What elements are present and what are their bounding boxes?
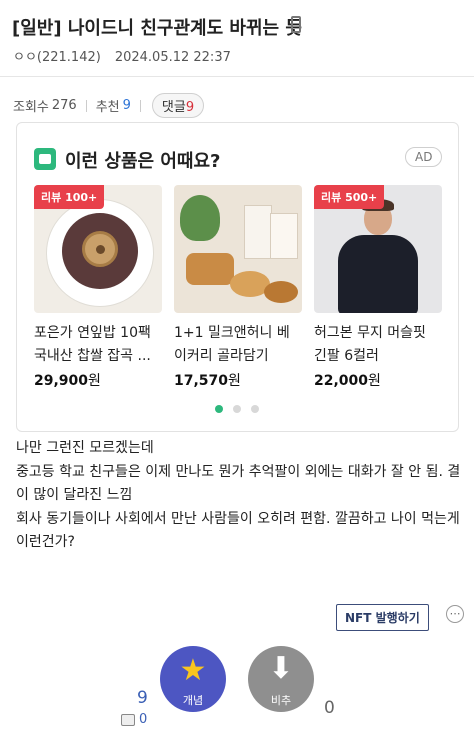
body-paragraph: 회사 동기들이나 사회에서 만난 사람들이 오히려 편함. 깔끔하고 나이 먹는… [16, 510, 460, 551]
product-name[interactable]: 허그본 무지 머슬핏 긴팔 6컬러 [314, 322, 442, 368]
comments-count: 9 [185, 100, 195, 115]
post-meta: ㅇㅇ(221.142) 2024.05.12 22:37 [13, 46, 231, 65]
views-count: 276 [51, 98, 77, 113]
star-icon: ★ [179, 653, 207, 688]
product-image[interactable] [174, 185, 302, 313]
carousel-pagination [215, 405, 259, 413]
downvote-label: 비추 [270, 694, 292, 707]
product-image[interactable]: 리뷰 100+ [34, 185, 162, 313]
price-value: 17,570 [174, 373, 229, 389]
package [270, 213, 298, 259]
body-paragraph: 중고등 학교 친구들은 이제 만나도 뭔가 추억팔이 외에는 대화가 잘 안 됨… [16, 463, 461, 504]
price-value: 29,900 [34, 373, 89, 389]
ad-tag[interactable]: AD [405, 147, 443, 167]
post-date: 2024.05.12 22:37 [114, 50, 231, 65]
product-card[interactable]: 리뷰 500+ 허그본 무지 머슬핏 긴팔 6컬러 22,000원 [314, 185, 442, 390]
post-stats: 조회수 276 추천 9 댓글9 [13, 93, 205, 118]
comment-icon [121, 713, 135, 726]
fixed-recommend-row: 0 [121, 712, 147, 727]
down-arrow-icon: ⬇ [268, 651, 294, 686]
comments-label: 댓글 [161, 100, 186, 115]
price-unit: 원 [228, 373, 241, 389]
product-card[interactable]: 1+1 밀크앤허니 베이커리 골라담기 17,570원 [174, 185, 302, 390]
plant [180, 195, 220, 241]
product-card[interactable]: 리뷰 100+ 포은가 연잎밥 10팩 국내산 찹쌀 잡곡 ... 29,900… [34, 185, 162, 390]
nft-mint-button[interactable]: NFT 발행하기 [336, 604, 429, 631]
divider [139, 99, 141, 112]
post-body: 나만 그런진 모르겠는데 중고등 학교 친구들은 이제 만나도 뭔가 추억팔이 … [16, 437, 466, 555]
shirt [338, 235, 418, 313]
bread [186, 253, 234, 285]
product-image[interactable]: 리뷰 500+ [314, 185, 442, 313]
body-paragraph: 나만 그런진 모르겠는데 [16, 440, 154, 456]
product-price: 22,000원 [314, 370, 442, 390]
comments-button[interactable]: 댓글9 [151, 93, 205, 118]
recommend-count: 9 [122, 98, 131, 113]
page-dot[interactable] [251, 405, 259, 413]
fixed-recommend-count: 0 [139, 712, 148, 727]
product-name[interactable]: 1+1 밀크앤허니 베이커리 골라담기 [174, 322, 302, 368]
review-badge: 리뷰 100+ [34, 185, 105, 209]
review-badge: 리뷰 500+ [314, 185, 385, 209]
product-name[interactable]: 포은가 연잎밥 10팩 국내산 찹쌀 잡곡 ... [34, 322, 162, 368]
views-label: 조회수 [13, 100, 49, 115]
product-price: 29,900원 [34, 370, 162, 390]
ad-heading: 이런 상품은 어때요? [65, 151, 221, 172]
page-dot[interactable] [233, 405, 241, 413]
post-header: [일반] 나이드니 친구관계도 바뀌는 듯 ㅇㅇ(221.142) 2024.05… [0, 0, 474, 77]
package [244, 205, 272, 259]
recommend-count-display: 9 [137, 688, 148, 708]
mobile-icon [291, 16, 301, 33]
page-dot-active[interactable] [215, 405, 223, 413]
store-logo-icon [34, 148, 56, 170]
price-value: 22,000 [314, 373, 369, 389]
recommend-button[interactable]: ★ 개념 [160, 646, 226, 712]
bread [264, 281, 298, 303]
lotus-root [82, 231, 118, 267]
post-title: [일반] 나이드니 친구관계도 바뀌는 듯 [12, 18, 302, 39]
price-unit: 원 [368, 373, 381, 389]
divider [85, 99, 87, 112]
recommend-label: 개념 [182, 694, 204, 707]
ad-widget: 이런 상품은 어때요? AD 리뷰 100+ 포은가 연잎밥 10팩 국내산 찹… [16, 122, 459, 432]
price-unit: 원 [88, 373, 101, 389]
share-icon[interactable]: ⋯ [446, 605, 464, 623]
recommend-label: 추천 [95, 100, 120, 115]
downvote-button[interactable]: ⬇ 비추 [248, 646, 314, 712]
product-price: 17,570원 [174, 370, 302, 390]
downvote-count: 0 [324, 698, 335, 718]
author[interactable]: ㅇㅇ(221.142) [13, 50, 101, 65]
